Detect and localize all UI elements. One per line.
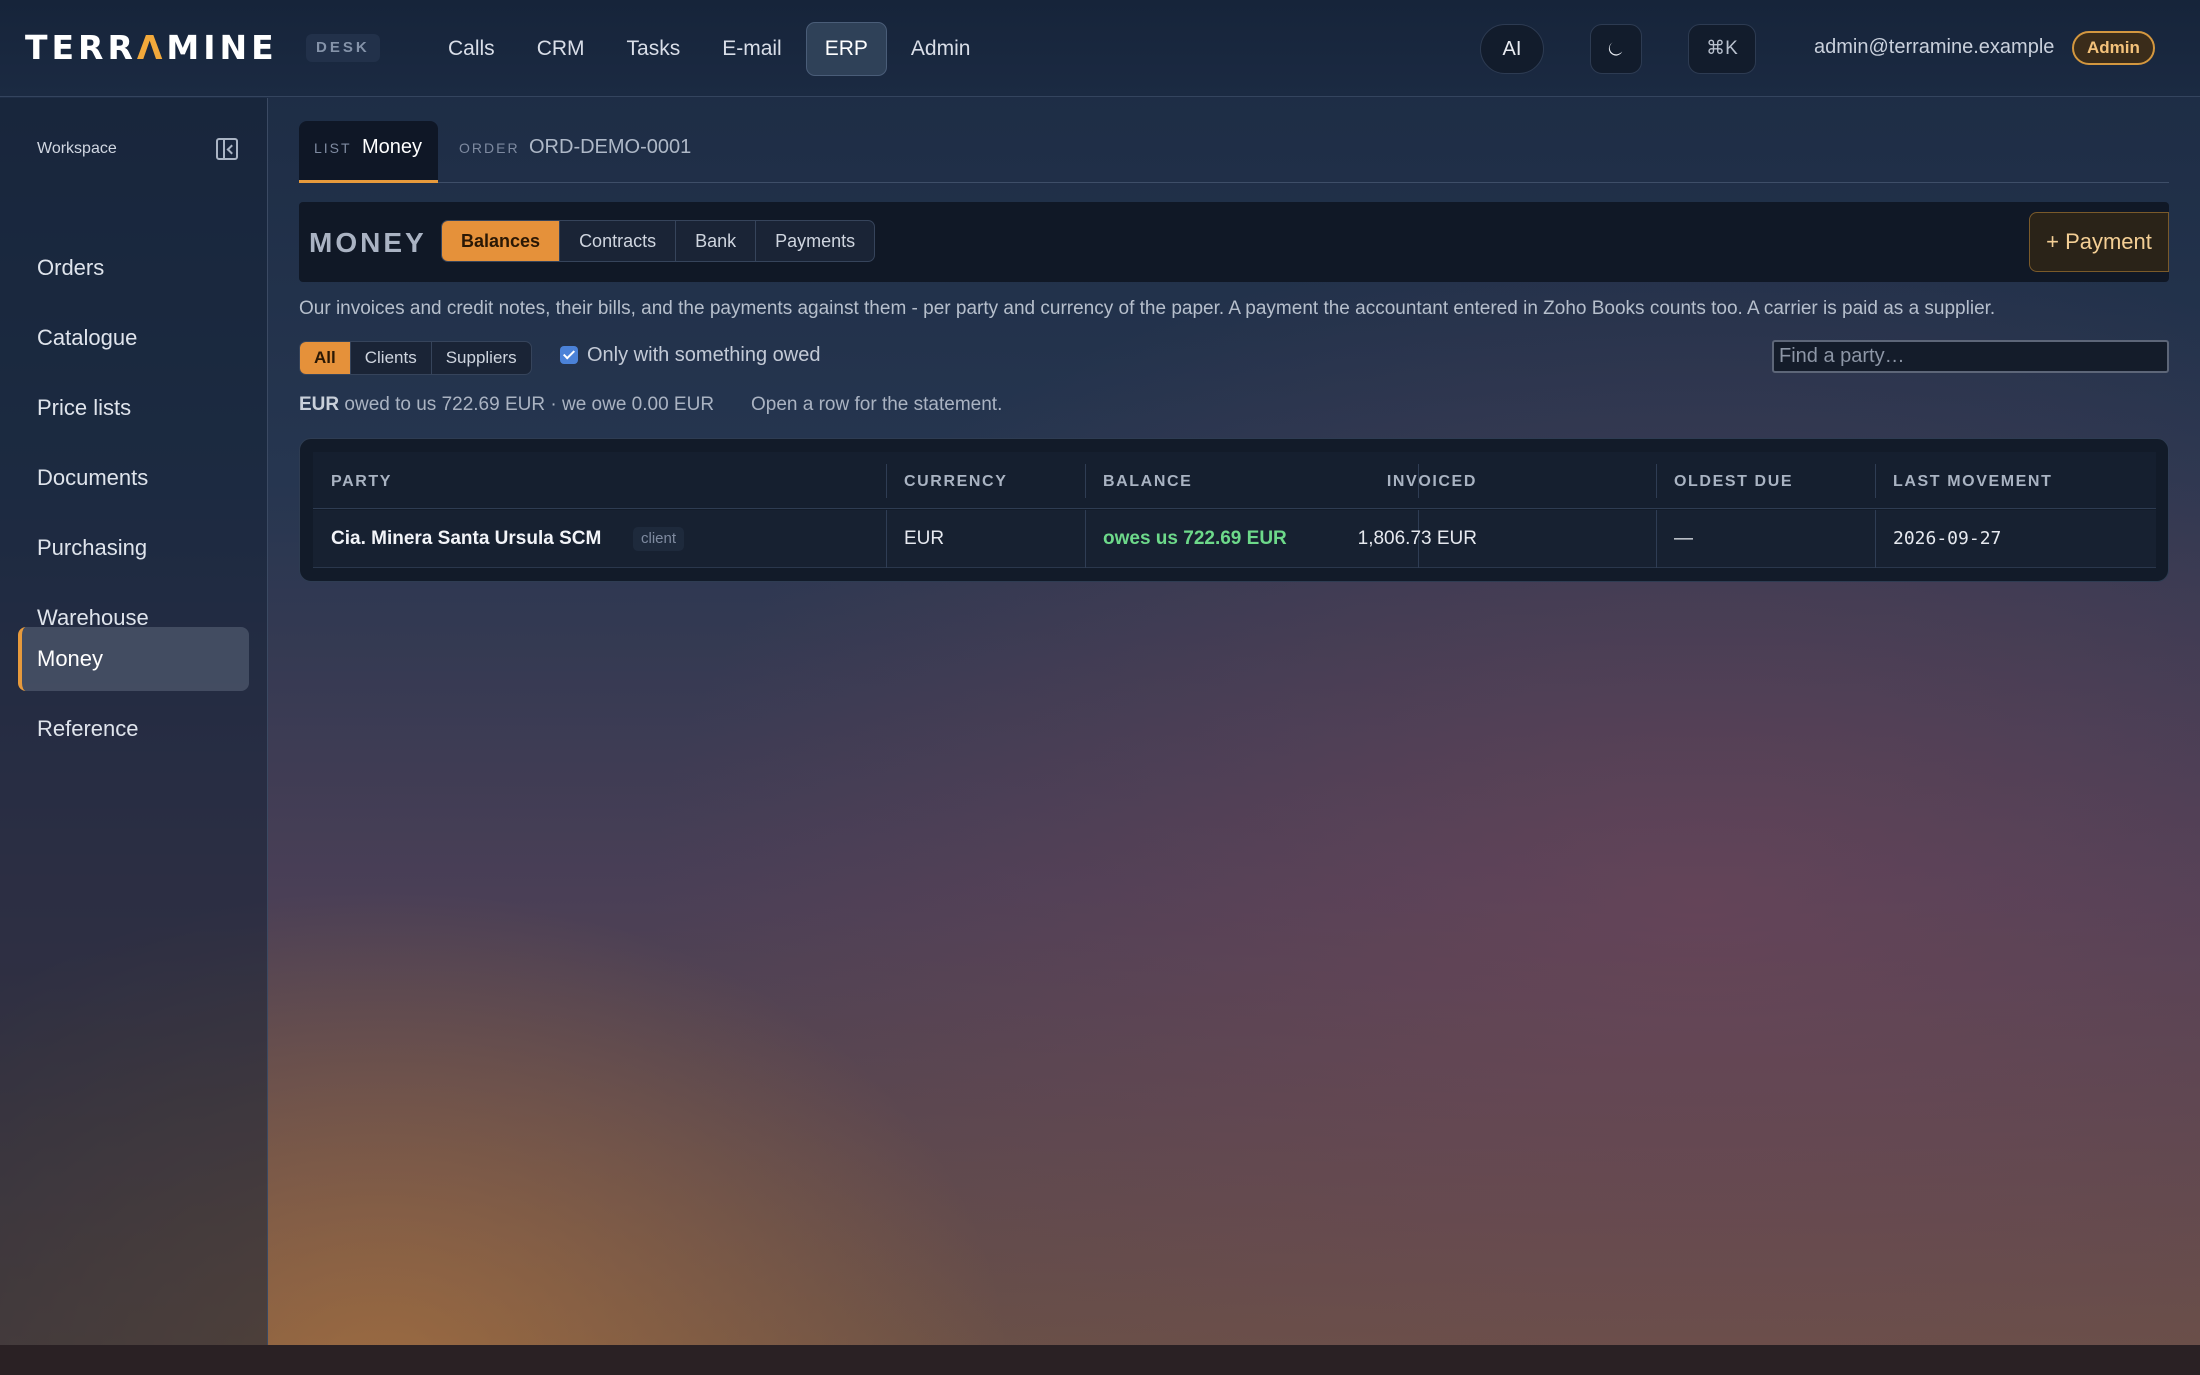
workspace-label: Workspace bbox=[37, 140, 117, 157]
sidebar-item-price-lists[interactable]: Price lists bbox=[18, 376, 249, 440]
tab-kicker: ORDER bbox=[459, 140, 520, 156]
sidebar-item-purchasing[interactable]: Purchasing bbox=[18, 516, 249, 580]
moon-icon bbox=[1608, 42, 1623, 56]
party-name: Cia. Minera Santa Ursula SCM bbox=[331, 528, 602, 549]
tab-balances[interactable]: Balances bbox=[442, 221, 561, 261]
filter-clients[interactable]: Clients bbox=[351, 342, 432, 374]
sidebar-item-documents[interactable]: Documents bbox=[18, 446, 249, 510]
role-badge: Admin bbox=[2072, 31, 2155, 65]
nav-email[interactable]: E-mail bbox=[704, 22, 800, 76]
terramine-logo[interactable]: TERRΛMINE bbox=[25, 30, 278, 66]
money-tabs: Balances Contracts Bank Payments bbox=[441, 220, 876, 262]
tab-value: ORD-DEMO-0001 bbox=[529, 136, 692, 158]
sidebar: Workspace Orders Catalogue Price lists D… bbox=[0, 98, 268, 1345]
party-filter: All Clients Suppliers bbox=[299, 341, 532, 375]
bottom-strip bbox=[0, 1345, 2200, 1375]
tab-order[interactable]: ORDER ORD-DEMO-0001 bbox=[459, 121, 719, 183]
col-balance[interactable]: BALANCE bbox=[1103, 473, 1192, 491]
user-email[interactable]: admin@terramine.example bbox=[1814, 36, 2054, 59]
party-role-tag: client bbox=[633, 527, 685, 551]
sidebar-item-money[interactable]: Money bbox=[18, 627, 249, 691]
only-owed-checkbox[interactable] bbox=[560, 346, 578, 364]
desk-badge: DESK bbox=[306, 34, 380, 62]
currency-cell: EUR bbox=[904, 528, 945, 549]
last-movement-cell: 2026-09-27 bbox=[1893, 528, 2002, 549]
sidebar-item-catalogue[interactable]: Catalogue bbox=[18, 306, 249, 370]
top-bar: TERRΛMINE DESK Calls CRM Tasks E-mail ER… bbox=[0, 0, 2200, 97]
col-currency[interactable]: CURRENCY bbox=[904, 473, 1007, 491]
tab-list-money[interactable]: LIST Money bbox=[299, 121, 438, 183]
add-payment-button[interactable]: + Payment bbox=[2029, 212, 2169, 272]
nav-erp[interactable]: ERP bbox=[805, 22, 887, 76]
col-party[interactable]: PARTY bbox=[331, 473, 392, 491]
sidebar-item-orders[interactable]: Orders bbox=[18, 236, 249, 300]
main-nav: Calls CRM Tasks E-mail ERP Admin bbox=[430, 22, 994, 76]
page-tabs: LIST Money ORDER ORD-DEMO-0001 bbox=[299, 121, 2169, 183]
tab-contracts[interactable]: Contracts bbox=[560, 221, 677, 261]
filter-suppliers[interactable]: Suppliers bbox=[432, 342, 531, 374]
table-header: PARTY CURRENCY BALANCE INVOICED OLDEST D… bbox=[313, 452, 2156, 509]
sidebar-item-reference[interactable]: Reference bbox=[18, 697, 249, 761]
ai-button[interactable]: AI bbox=[1480, 24, 1544, 74]
tab-value: Money bbox=[362, 136, 423, 158]
nav-crm[interactable]: CRM bbox=[519, 22, 603, 76]
nav-tasks[interactable]: Tasks bbox=[609, 22, 699, 76]
balances-table: PARTY CURRENCY BALANCE INVOICED OLDEST D… bbox=[299, 438, 2169, 582]
nav-admin[interactable]: Admin bbox=[893, 22, 989, 76]
col-oldest-due[interactable]: OLDEST DUE bbox=[1674, 473, 1793, 491]
page-title: MONEY bbox=[309, 227, 427, 258]
tab-kicker: LIST bbox=[314, 140, 352, 156]
summary-text: owed to us 722.69 EUR · we owe 0.00 EUR bbox=[344, 394, 715, 415]
col-last-movement[interactable]: LAST MOVEMENT bbox=[1893, 473, 2052, 491]
tab-payments[interactable]: Payments bbox=[756, 221, 874, 261]
theme-toggle-button[interactable] bbox=[1590, 24, 1642, 74]
only-owed-label[interactable]: Only with something owed bbox=[587, 344, 820, 367]
invoiced-cell: 1,806.73 EUR bbox=[1357, 528, 1477, 549]
command-palette-button[interactable]: ⌘K bbox=[1688, 24, 1756, 74]
summary-hint: Open a row for the statement. bbox=[751, 394, 1003, 415]
nav-calls[interactable]: Calls bbox=[430, 22, 513, 76]
table-row[interactable]: Cia. Minera Santa Ursula SCM client EUR … bbox=[313, 510, 2156, 568]
tab-bank[interactable]: Bank bbox=[676, 221, 757, 261]
search-input[interactable] bbox=[1772, 340, 2169, 373]
summary-currency: EUR bbox=[299, 394, 340, 415]
intro-text: Our invoices and credit notes, their bil… bbox=[299, 298, 1996, 319]
col-invoiced[interactable]: INVOICED bbox=[1387, 473, 1477, 491]
money-toolbar: MONEY Balances Contracts Bank Payments +… bbox=[299, 202, 2169, 282]
sidebar-collapse-icon[interactable] bbox=[216, 138, 238, 160]
oldest-due-cell: — bbox=[1674, 528, 1693, 549]
filter-all[interactable]: All bbox=[300, 342, 351, 374]
balance-summary: EUR owed to us 722.69 EUR · we owe 0.00 … bbox=[299, 394, 714, 416]
balance-cell: owes us 722.69 EUR bbox=[1103, 528, 1287, 549]
